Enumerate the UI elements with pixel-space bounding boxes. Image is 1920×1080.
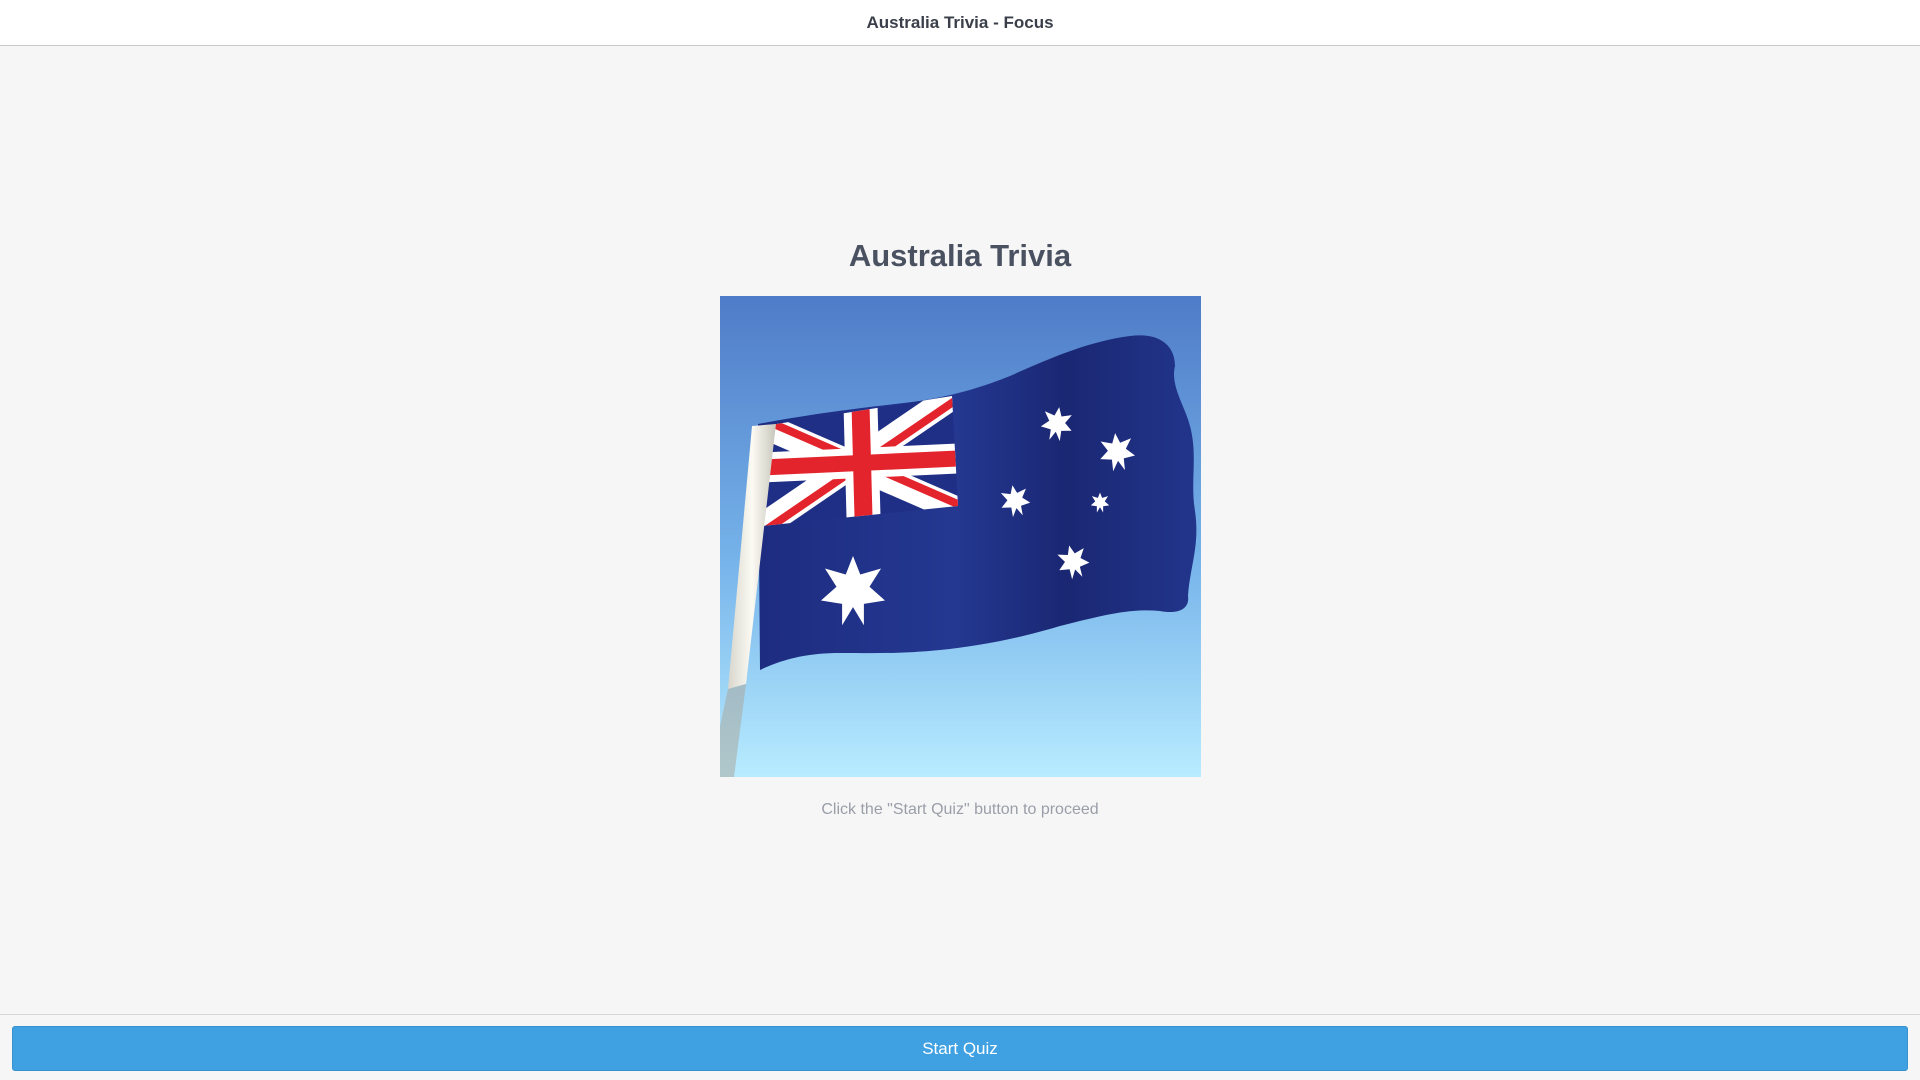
start-quiz-button[interactable]: Start Quiz: [12, 1026, 1908, 1071]
footer-bar: Start Quiz: [0, 1014, 1920, 1080]
instruction-text: Click the "Start Quiz" button to proceed: [821, 801, 1099, 818]
page-title: Australia Trivia - Focus: [866, 12, 1054, 32]
main-content: Australia Trivia Click the "Start Quiz" …: [0, 46, 1920, 1014]
header-bar: Australia Trivia - Focus: [0, 0, 1920, 46]
app-window: Australia Trivia - Focus Australia Trivi…: [0, 0, 1920, 1080]
australian-flag-image: [719, 296, 1201, 777]
quiz-title: Australia Trivia: [848, 238, 1072, 273]
